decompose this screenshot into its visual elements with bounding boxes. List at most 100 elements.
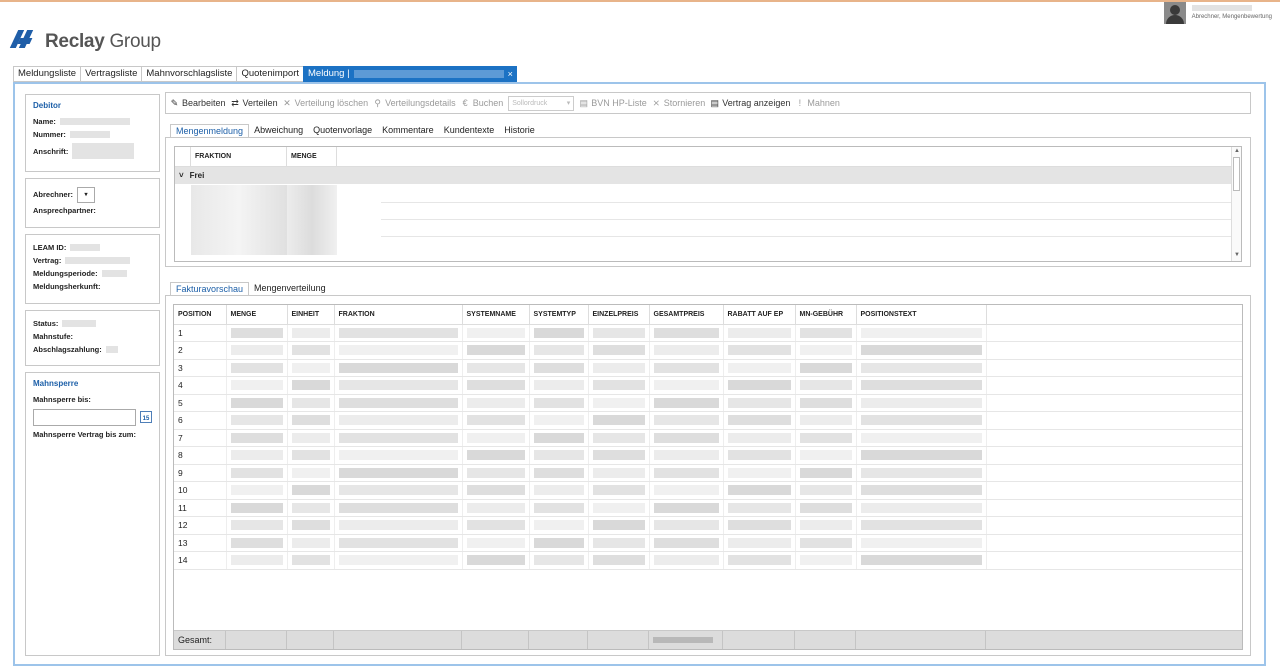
total-row: Gesamt: [174, 630, 1242, 649]
tab-kundentexte[interactable]: Kundentexte [439, 124, 500, 138]
tab-meldungsliste[interactable]: Meldungsliste [13, 66, 81, 82]
data-cell [856, 481, 987, 500]
mahnsperre-bis-input[interactable] [33, 408, 136, 426]
table-row[interactable]: 13 [174, 534, 1242, 552]
document-icon: ▤ [579, 97, 588, 108]
bvn-label: BVN HP-Liste [591, 98, 647, 108]
table-row[interactable]: 8 [174, 446, 1242, 465]
data-cell [334, 429, 463, 447]
bvn-hp-liste-button[interactable]: ▤ BVN HP-Liste [579, 97, 647, 109]
data-cell [723, 499, 796, 517]
data-cell [226, 411, 288, 430]
data-cell [856, 551, 987, 570]
data-cell [856, 499, 987, 517]
redacted-value [799, 432, 852, 443]
tab-quotenvorlage[interactable]: Quotenvorlage [308, 124, 377, 138]
column-einheit[interactable]: EINHEIT [287, 305, 335, 325]
tab-meldung[interactable]: Meldung | × [303, 66, 517, 82]
nummer-value [69, 131, 110, 138]
table-row[interactable]: 3 [174, 359, 1242, 377]
table-row[interactable]: 2 [174, 341, 1242, 360]
close-tab-icon[interactable]: × [508, 67, 513, 81]
data-cell [588, 534, 650, 552]
scroll-thumb[interactable] [1233, 157, 1240, 191]
column-fraktion[interactable]: FRAKTION [191, 147, 287, 166]
tab-quotenimport[interactable]: Quotenimport [236, 66, 304, 82]
calendar-icon[interactable]: 15 [140, 411, 152, 423]
column-fraktion[interactable]: FRAKTION [334, 305, 463, 325]
column-mn-gebuehr[interactable]: MN-GEBÜHR [795, 305, 857, 325]
table-row[interactable]: 12 [174, 516, 1242, 535]
user-avatar-icon[interactable] [1163, 2, 1186, 24]
data-cell [795, 411, 857, 430]
upper-grid-scrollbar[interactable]: ▲ ▼ [1231, 147, 1241, 261]
column-menge[interactable]: MENGE [226, 305, 288, 325]
column-gesamtpreis[interactable]: GESAMTPREIS [649, 305, 724, 325]
column-positionstext[interactable]: POSITIONSTEXT [856, 305, 987, 325]
table-row[interactable]: 7 [174, 429, 1242, 447]
logo-text: Reclay Group [45, 31, 161, 52]
bearbeiten-button[interactable]: ✎ Bearbeiten [170, 98, 226, 109]
verteilung-loeschen-button[interactable]: ✕ Verteilung löschen [283, 98, 368, 109]
reclay-logo: Reclay Group [9, 30, 161, 54]
group-row-frei[interactable]: ˅ Frei [175, 167, 1241, 184]
data-cell [649, 341, 724, 360]
abrechner-dropdown[interactable]: ▾ [77, 186, 96, 203]
contract-icon: ▤ [710, 97, 720, 108]
data-cell [723, 341, 796, 360]
tab-mahnvorschlagsliste[interactable]: Mahnvorschlagsliste [141, 66, 237, 82]
data-cell [795, 534, 857, 552]
data-cell [856, 534, 987, 552]
redacted-value [533, 467, 584, 478]
table-row[interactable]: 10 [174, 481, 1242, 500]
mahnen-button[interactable]: ! Mahnen [795, 98, 840, 108]
table-row[interactable]: 14 [174, 551, 1242, 570]
tab-abweichung[interactable]: Abweichung [249, 124, 308, 138]
total-cell [529, 631, 588, 649]
tab-fakturavorschau[interactable]: Fakturavorschau [170, 282, 250, 296]
collapse-icon[interactable]: ˅ [179, 171, 184, 180]
data-cell [287, 481, 335, 500]
column-position[interactable]: POSITION [174, 305, 227, 325]
data-cell [649, 359, 724, 377]
table-row[interactable]: 5 [174, 394, 1242, 412]
vertrag-value [65, 257, 131, 264]
redacted-value [230, 502, 283, 513]
tab-mengenmeldung[interactable]: Mengenmeldung [170, 124, 250, 138]
tab-mengenverteilung[interactable]: Mengenverteilung [249, 282, 331, 296]
scroll-down-icon[interactable]: ▼ [1233, 252, 1241, 260]
column-systemtyp[interactable]: SYSTEMTYP [529, 305, 589, 325]
column-systemname[interactable]: SYSTEMNAME [462, 305, 530, 325]
data-cell [334, 341, 463, 360]
redacted-value [592, 380, 645, 391]
data-cell [649, 481, 724, 500]
redacted-value [291, 432, 330, 443]
scroll-up-icon[interactable]: ▲ [1233, 148, 1241, 156]
table-row[interactable]: 11 [174, 499, 1242, 517]
tab-vertragsliste[interactable]: Vertragsliste [80, 66, 142, 82]
verteilen-button[interactable]: ⇄ Verteilen [231, 98, 277, 109]
data-cell [986, 446, 1242, 465]
verteilungsdetails-button[interactable]: ⚲ Verteilungsdetails [373, 98, 455, 109]
mahnsperre-bis-label: Mahnsperre bis: [33, 395, 91, 404]
redacted-value [338, 362, 458, 373]
column-rabatt-auf-ep[interactable]: RABATT AUF EP [723, 305, 796, 325]
table-row[interactable]: 9 [174, 464, 1242, 482]
sortiment-select[interactable]: Sollordruck ▾ [508, 95, 575, 111]
tab-historie[interactable]: Historie [499, 124, 540, 138]
user-area[interactable]: Abrechner, Mengenbewertung [1163, 2, 1272, 24]
table-row[interactable]: 1 [174, 324, 1242, 342]
tab-kommentare[interactable]: Kommentare [377, 124, 439, 138]
stornieren-button[interactable]: ⨯ Stornieren [652, 98, 705, 109]
total-gesamtpreis [649, 631, 723, 649]
table-row[interactable]: 4 [174, 376, 1242, 395]
table-row[interactable]: 6 [174, 411, 1242, 430]
contract-panel: LEAM ID: Vertrag: Meldungsperiode: Meldu… [25, 234, 160, 304]
buchen-button[interactable]: € Buchen [461, 98, 504, 108]
column-menge[interactable]: MENGE [287, 147, 337, 166]
vertrag-anzeigen-button[interactable]: ▤ Vertrag anzeigen [710, 97, 791, 109]
user-info: Abrechner, Mengenbewertung [1191, 2, 1272, 22]
data-cell [723, 359, 796, 377]
redacted-value [653, 537, 719, 548]
column-einzelpreis[interactable]: EINZELPREIS [588, 305, 650, 325]
